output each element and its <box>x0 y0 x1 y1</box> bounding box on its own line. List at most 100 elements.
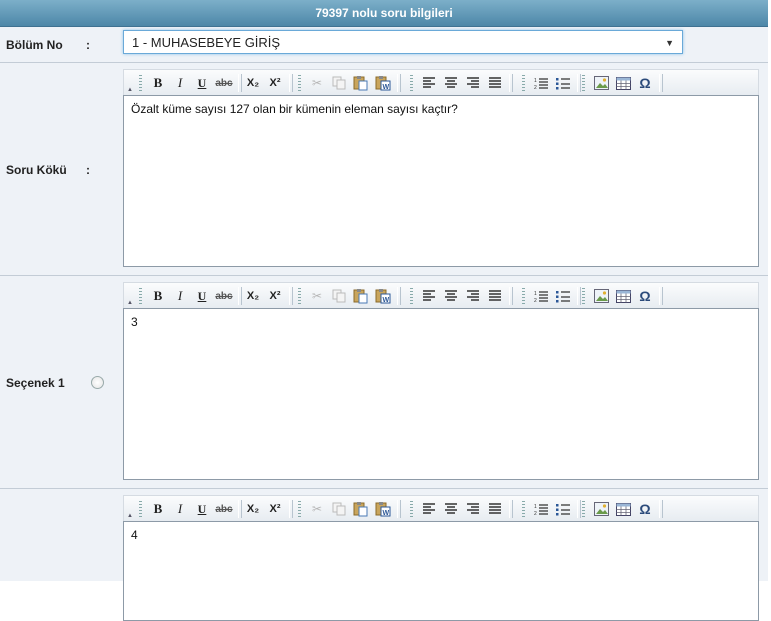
insert-table-button[interactable] <box>612 499 634 519</box>
numbered-list-button[interactable]: 12 <box>530 499 552 519</box>
special-char-button[interactable]: Ω <box>634 73 656 93</box>
toolbar-grip[interactable] <box>582 288 585 304</box>
toolbar-group-format: B I U abc X₂ X² <box>136 499 293 519</box>
align-justify-button[interactable] <box>484 286 506 306</box>
copy-button[interactable] <box>328 499 350 519</box>
numbered-list-icon: 12 <box>534 78 548 90</box>
toolbar-grip[interactable] <box>522 501 525 517</box>
numbered-list-button[interactable]: 12 <box>530 286 552 306</box>
copy-button[interactable] <box>328 286 350 306</box>
strikethrough-button[interactable]: abc <box>213 73 235 93</box>
toolbar-grip[interactable] <box>410 75 413 91</box>
strikethrough-button[interactable]: abc <box>213 499 235 519</box>
cut-button[interactable]: ✂ <box>306 499 328 519</box>
paste-button[interactable] <box>350 73 372 93</box>
bullet-list-button[interactable] <box>552 499 574 519</box>
numbered-list-button[interactable]: 12 <box>530 73 552 93</box>
bold-icon: B <box>153 501 163 516</box>
bold-icon: B <box>153 288 163 303</box>
special-char-button[interactable]: Ω <box>634 499 656 519</box>
secenek-1-content[interactable]: 3 <box>123 308 759 480</box>
toolbar-separator <box>659 287 663 305</box>
toolbar-grip[interactable] <box>522 75 525 91</box>
insert-image-button[interactable] <box>590 286 612 306</box>
toolbar-grip[interactable] <box>298 288 301 304</box>
underline-button[interactable]: U <box>191 73 213 93</box>
align-center-button[interactable] <box>440 286 462 306</box>
align-justify-icon <box>489 503 501 514</box>
toolbar-grip[interactable] <box>410 288 413 304</box>
toolbar-grip[interactable] <box>139 501 142 517</box>
italic-button[interactable]: I <box>169 499 191 519</box>
toolbar-collapse-icon[interactable]: ▲ <box>127 300 133 306</box>
copy-button[interactable] <box>328 73 350 93</box>
superscript-icon: X² <box>269 503 281 515</box>
toolbar-separator <box>289 74 293 92</box>
insert-table-button[interactable] <box>612 286 634 306</box>
toolbar-collapse-icon[interactable]: ▲ <box>127 513 133 519</box>
superscript-button[interactable]: X² <box>264 286 286 306</box>
superscript-button[interactable]: X² <box>264 73 286 93</box>
bolum-select[interactable]: 1 - MUHASEBEYE GİRİŞ ▼ <box>123 30 683 54</box>
align-left-button[interactable] <box>418 286 440 306</box>
underline-button[interactable]: U <box>191 499 213 519</box>
insert-image-button[interactable] <box>590 499 612 519</box>
insert-table-button[interactable] <box>612 73 634 93</box>
toolbar-grip[interactable] <box>582 75 585 91</box>
underline-button[interactable]: U <box>191 286 213 306</box>
paste-word-button[interactable]: W <box>372 73 394 93</box>
special-char-button[interactable]: Ω <box>634 286 656 306</box>
bullet-list-button[interactable] <box>552 73 574 93</box>
bullet-list-button[interactable] <box>552 286 574 306</box>
chevron-down-icon[interactable]: ▼ <box>665 31 674 55</box>
align-center-button[interactable] <box>440 499 462 519</box>
italic-button[interactable]: I <box>169 286 191 306</box>
subscript-icon: X₂ <box>246 290 260 302</box>
bold-button[interactable]: B <box>147 499 169 519</box>
scissors-icon: ✂ <box>311 502 323 516</box>
toolbar-grip[interactable] <box>410 501 413 517</box>
subscript-button[interactable]: X₂ <box>242 73 264 93</box>
paste-word-button[interactable]: W <box>372 286 394 306</box>
subscript-button[interactable]: X₂ <box>242 499 264 519</box>
toolbar-separator <box>289 287 293 305</box>
strikethrough-button[interactable]: abc <box>213 286 235 306</box>
toolbar-separator <box>289 500 293 518</box>
align-center-button[interactable] <box>440 73 462 93</box>
align-right-button[interactable] <box>462 286 484 306</box>
soru-koku-content[interactable]: Özalt küme sayısı 127 olan bir kümenin e… <box>123 95 759 267</box>
align-left-button[interactable] <box>418 499 440 519</box>
paste-button[interactable] <box>350 499 372 519</box>
svg-text:W: W <box>383 84 390 91</box>
soru-koku-label: Soru Kökü <box>6 163 67 177</box>
svg-text:1: 1 <box>534 78 537 84</box>
insert-image-button[interactable] <box>590 73 612 93</box>
superscript-button[interactable]: X² <box>264 499 286 519</box>
secenek-1-radio[interactable] <box>91 376 104 389</box>
superscript-icon: X² <box>269 77 281 89</box>
subscript-button[interactable]: X₂ <box>242 286 264 306</box>
align-justify-button[interactable] <box>484 499 506 519</box>
bold-button[interactable]: B <box>147 73 169 93</box>
bold-button[interactable]: B <box>147 286 169 306</box>
toolbar-grip[interactable] <box>298 75 301 91</box>
paste-button[interactable] <box>350 286 372 306</box>
secenek-2-content[interactable]: 4 <box>123 521 759 621</box>
align-justify-icon <box>489 290 501 301</box>
toolbar-grip[interactable] <box>522 288 525 304</box>
toolbar-grip[interactable] <box>139 75 142 91</box>
cut-button[interactable]: ✂ <box>306 286 328 306</box>
underline-icon: U <box>197 501 207 516</box>
toolbar-grip[interactable] <box>582 501 585 517</box>
align-right-button[interactable] <box>462 499 484 519</box>
align-justify-button[interactable] <box>484 73 506 93</box>
toolbar-grip[interactable] <box>139 288 142 304</box>
paste-word-button[interactable]: W <box>372 499 394 519</box>
align-left-icon <box>423 77 435 88</box>
italic-button[interactable]: I <box>169 73 191 93</box>
toolbar-collapse-icon[interactable]: ▲ <box>127 87 133 93</box>
align-right-button[interactable] <box>462 73 484 93</box>
align-left-button[interactable] <box>418 73 440 93</box>
cut-button[interactable]: ✂ <box>306 73 328 93</box>
toolbar-grip[interactable] <box>298 501 301 517</box>
